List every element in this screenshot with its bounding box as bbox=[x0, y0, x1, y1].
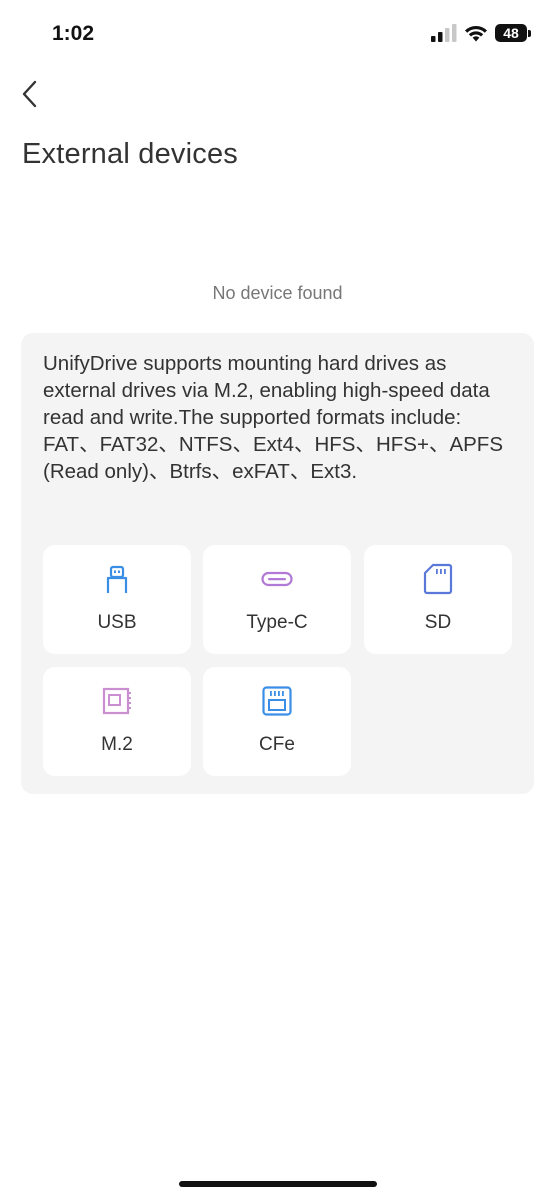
device-tile-type-c[interactable]: Type-C bbox=[203, 545, 351, 654]
device-tile-cfe[interactable]: CFe bbox=[203, 667, 351, 776]
page-title: External devices bbox=[22, 138, 238, 170]
status-bar: 1:02 48 bbox=[0, 0, 555, 70]
supported-devices-card: UnifyDrive supports mounting hard drives… bbox=[21, 333, 534, 794]
cellular-signal-icon bbox=[431, 24, 457, 42]
device-label: M.2 bbox=[101, 734, 133, 755]
battery-level: 48 bbox=[495, 24, 527, 42]
sd-card-icon bbox=[423, 563, 453, 595]
device-label: CFe bbox=[259, 734, 295, 755]
battery-cap bbox=[528, 30, 531, 37]
usb-icon bbox=[106, 565, 128, 593]
m2-icon bbox=[102, 687, 131, 715]
device-label: USB bbox=[97, 612, 137, 633]
device-label: SD bbox=[424, 612, 452, 633]
home-indicator[interactable] bbox=[179, 1181, 377, 1187]
back-button[interactable] bbox=[14, 78, 46, 110]
device-tile-usb[interactable]: USB bbox=[43, 545, 191, 654]
cfe-card-icon bbox=[262, 686, 292, 716]
type-c-icon bbox=[261, 571, 293, 587]
device-tile-m2[interactable]: M.2 bbox=[43, 667, 191, 776]
device-label: Type-C bbox=[246, 612, 308, 633]
empty-state-text: No device found bbox=[212, 283, 343, 303]
supported-formats-description: UnifyDrive supports mounting hard drives… bbox=[43, 352, 503, 483]
wifi-icon bbox=[465, 25, 487, 42]
battery-indicator: 48 bbox=[495, 22, 531, 44]
status-time: 1:02 bbox=[52, 22, 95, 45]
back-chevron-icon bbox=[22, 80, 37, 108]
device-tile-sd[interactable]: SD bbox=[364, 545, 512, 654]
screen: 1:02 48 External devices No device found… bbox=[0, 0, 555, 1200]
status-icons: 48 bbox=[431, 22, 531, 44]
